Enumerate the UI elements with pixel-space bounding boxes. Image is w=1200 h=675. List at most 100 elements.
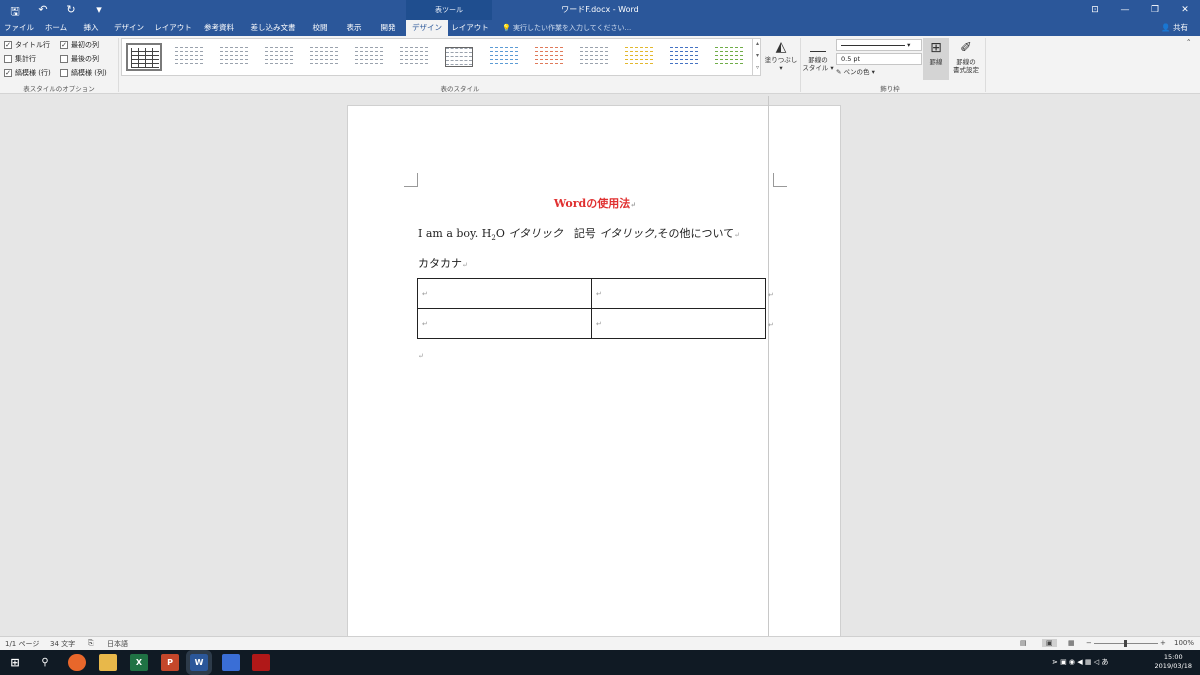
table-cell[interactable]: ↵	[591, 308, 766, 339]
table-style-item[interactable]	[216, 43, 252, 71]
word-icon[interactable]: W	[186, 650, 212, 675]
search-icon[interactable]: ⚲	[36, 654, 54, 671]
table-style-item[interactable]	[666, 43, 702, 71]
table-style-item[interactable]	[171, 43, 207, 71]
proofing-icon[interactable]: ⎘	[88, 639, 94, 648]
option-label: 縞模様 (行)	[15, 69, 51, 77]
restore-button[interactable]: ❐	[1140, 0, 1170, 20]
zoom-slider-thumb[interactable]	[1124, 640, 1127, 647]
tell-me-search[interactable]: 💡 実行したい作業を入力してください...	[502, 20, 631, 36]
option-banded-columns[interactable]: 縞模様 (列)	[60, 68, 107, 78]
line-style-dropdown[interactable]: ▾	[836, 39, 922, 51]
tab-design[interactable]: デザイン	[110, 20, 148, 36]
group-separator	[985, 38, 986, 92]
paragraph-line-2[interactable]: カタカナ↵	[418, 255, 468, 271]
table-style-item[interactable]	[306, 43, 342, 71]
table-row: ↵ ↵	[417, 308, 766, 339]
margin-corner	[404, 173, 418, 187]
border-styles-label: 罫線の	[808, 56, 828, 64]
word-count[interactable]: 34 文字	[50, 639, 75, 649]
group-label-borders: 飾り枠	[880, 85, 900, 93]
zoom-out-icon[interactable]: −	[1086, 639, 1092, 647]
line-style-sample	[841, 44, 905, 46]
tab-table-layout[interactable]: レイアウト	[450, 20, 490, 36]
table-style-item[interactable]	[711, 43, 747, 71]
zoom-level[interactable]: 100%	[1174, 639, 1194, 647]
tab-insert[interactable]: 挿入	[78, 20, 104, 36]
tab-view[interactable]: 表示	[338, 20, 370, 36]
gallery-scroll[interactable]: ▴ ▾ ▿	[752, 38, 762, 76]
collapse-ribbon-icon[interactable]: ⌃	[1186, 38, 1191, 46]
document-table[interactable]: ↵ ↵ ↵ ↵	[417, 278, 766, 339]
tab-layout[interactable]: レイアウト	[152, 20, 194, 36]
tab-file[interactable]: ファイル	[4, 20, 34, 36]
pen-color-button[interactable]: ✎ ペンの色 ▾	[836, 68, 875, 76]
excel-icon[interactable]: X	[130, 654, 148, 671]
table-cell[interactable]: ↵	[591, 278, 766, 309]
table-style-item[interactable]	[531, 43, 567, 71]
status-bar: 1/1 ページ 34 文字 ⎘ 日本語 ▤ ▣ ▦ − + 100%	[0, 636, 1200, 650]
web-layout-icon[interactable]: ▦	[1068, 639, 1075, 647]
empty-paragraph[interactable]: ↵	[418, 348, 424, 361]
option-first-column[interactable]: ✓ 最初の列	[60, 40, 99, 50]
tab-table-design[interactable]: デザイン	[406, 20, 448, 36]
tab-mailings[interactable]: 差し込み文書	[246, 20, 300, 36]
paragraph-line-1[interactable]: I am a boy. H2O イタリック 記号 イタリック,その他について↵	[418, 225, 740, 242]
table-style-item[interactable]	[396, 43, 432, 71]
table-style-item[interactable]	[351, 43, 387, 71]
page-count[interactable]: 1/1 ページ	[5, 639, 39, 649]
text-run: O	[495, 227, 509, 240]
italic-text: イタリック	[508, 227, 563, 240]
tab-references[interactable]: 参考資料	[198, 20, 240, 36]
document-heading[interactable]: Wordの使用法↵	[348, 195, 842, 211]
option-total-row[interactable]: 集計行	[4, 54, 36, 64]
windows-start-icon[interactable]: ⊞	[6, 654, 24, 671]
system-tray[interactable]: ⋗ ▣ ◉ ◀ ▦ ◁ あ	[1052, 650, 1108, 675]
app-icon[interactable]	[222, 654, 240, 671]
option-header-row[interactable]: ✓ タイトル行	[4, 40, 50, 50]
read-mode-icon[interactable]: ▤	[1020, 639, 1027, 647]
print-layout-icon[interactable]: ▣	[1042, 639, 1057, 647]
window-controls: ⊡ — ❐ ✕	[1080, 0, 1200, 20]
text-run: ,その他について	[654, 227, 735, 240]
table-cell[interactable]: ↵	[417, 308, 592, 339]
zoom-in-icon[interactable]: +	[1160, 639, 1166, 647]
firefox-icon[interactable]	[68, 654, 86, 671]
option-label: 最初の列	[71, 41, 99, 49]
close-button[interactable]: ✕	[1170, 0, 1200, 20]
minimize-button[interactable]: —	[1110, 0, 1140, 20]
app-icon[interactable]	[252, 654, 270, 671]
table-style-item[interactable]	[261, 43, 297, 71]
language-indicator[interactable]: 日本語	[107, 639, 128, 649]
table-style-item[interactable]	[441, 43, 477, 71]
option-label: 縞模様 (列)	[71, 69, 107, 77]
table-style-item[interactable]	[486, 43, 522, 71]
border-painter-button[interactable]: ✐ 罫線の 書式設定	[951, 38, 981, 74]
option-banded-rows[interactable]: ✓ 縞模様 (行)	[4, 68, 51, 78]
file-explorer-icon[interactable]	[99, 654, 117, 671]
option-last-column[interactable]: 最後の列	[60, 54, 99, 64]
shading-button[interactable]: ◭ 塗りつぶし ▾	[764, 38, 798, 72]
table-style-item[interactable]	[576, 43, 612, 71]
title-bar: 🖫 ↶ ↻ ▾ 表ツール ワードF.docx - Word ⊡ — ❐ ✕	[0, 0, 1200, 20]
group-separator	[118, 38, 119, 92]
table-style-item[interactable]	[621, 43, 657, 71]
borders-button[interactable]: ⊞ 罫線	[923, 38, 949, 80]
pen-icon: ✎	[836, 68, 842, 76]
border-styles-button[interactable]: 罫線の スタイル ▾	[802, 38, 834, 72]
border-painter-label-2: 書式設定	[953, 66, 979, 74]
tab-developer[interactable]: 開発	[372, 20, 404, 36]
paragraph-mark: ↵	[734, 231, 741, 239]
powerpoint-icon[interactable]: P	[161, 654, 179, 671]
tab-home[interactable]: ホーム	[40, 20, 72, 36]
table-style-item[interactable]	[126, 43, 162, 71]
document-page[interactable]: Wordの使用法↵ I am a boy. H2O イタリック 記号 イタリック…	[347, 96, 842, 636]
border-painter-label: 罫線の	[956, 58, 976, 66]
line-weight-dropdown[interactable]: 0.5 pt	[836, 53, 922, 65]
group-label-table-styles: 表のスタイル	[440, 85, 480, 93]
share-button[interactable]: 👤 共有	[1161, 20, 1188, 36]
table-cell[interactable]: ↵	[417, 278, 592, 309]
tab-review[interactable]: 校閲	[306, 20, 334, 36]
system-clock[interactable]: 15:00 2019/03/18	[1155, 653, 1192, 671]
ribbon-display-icon[interactable]: ⊡	[1080, 0, 1110, 20]
